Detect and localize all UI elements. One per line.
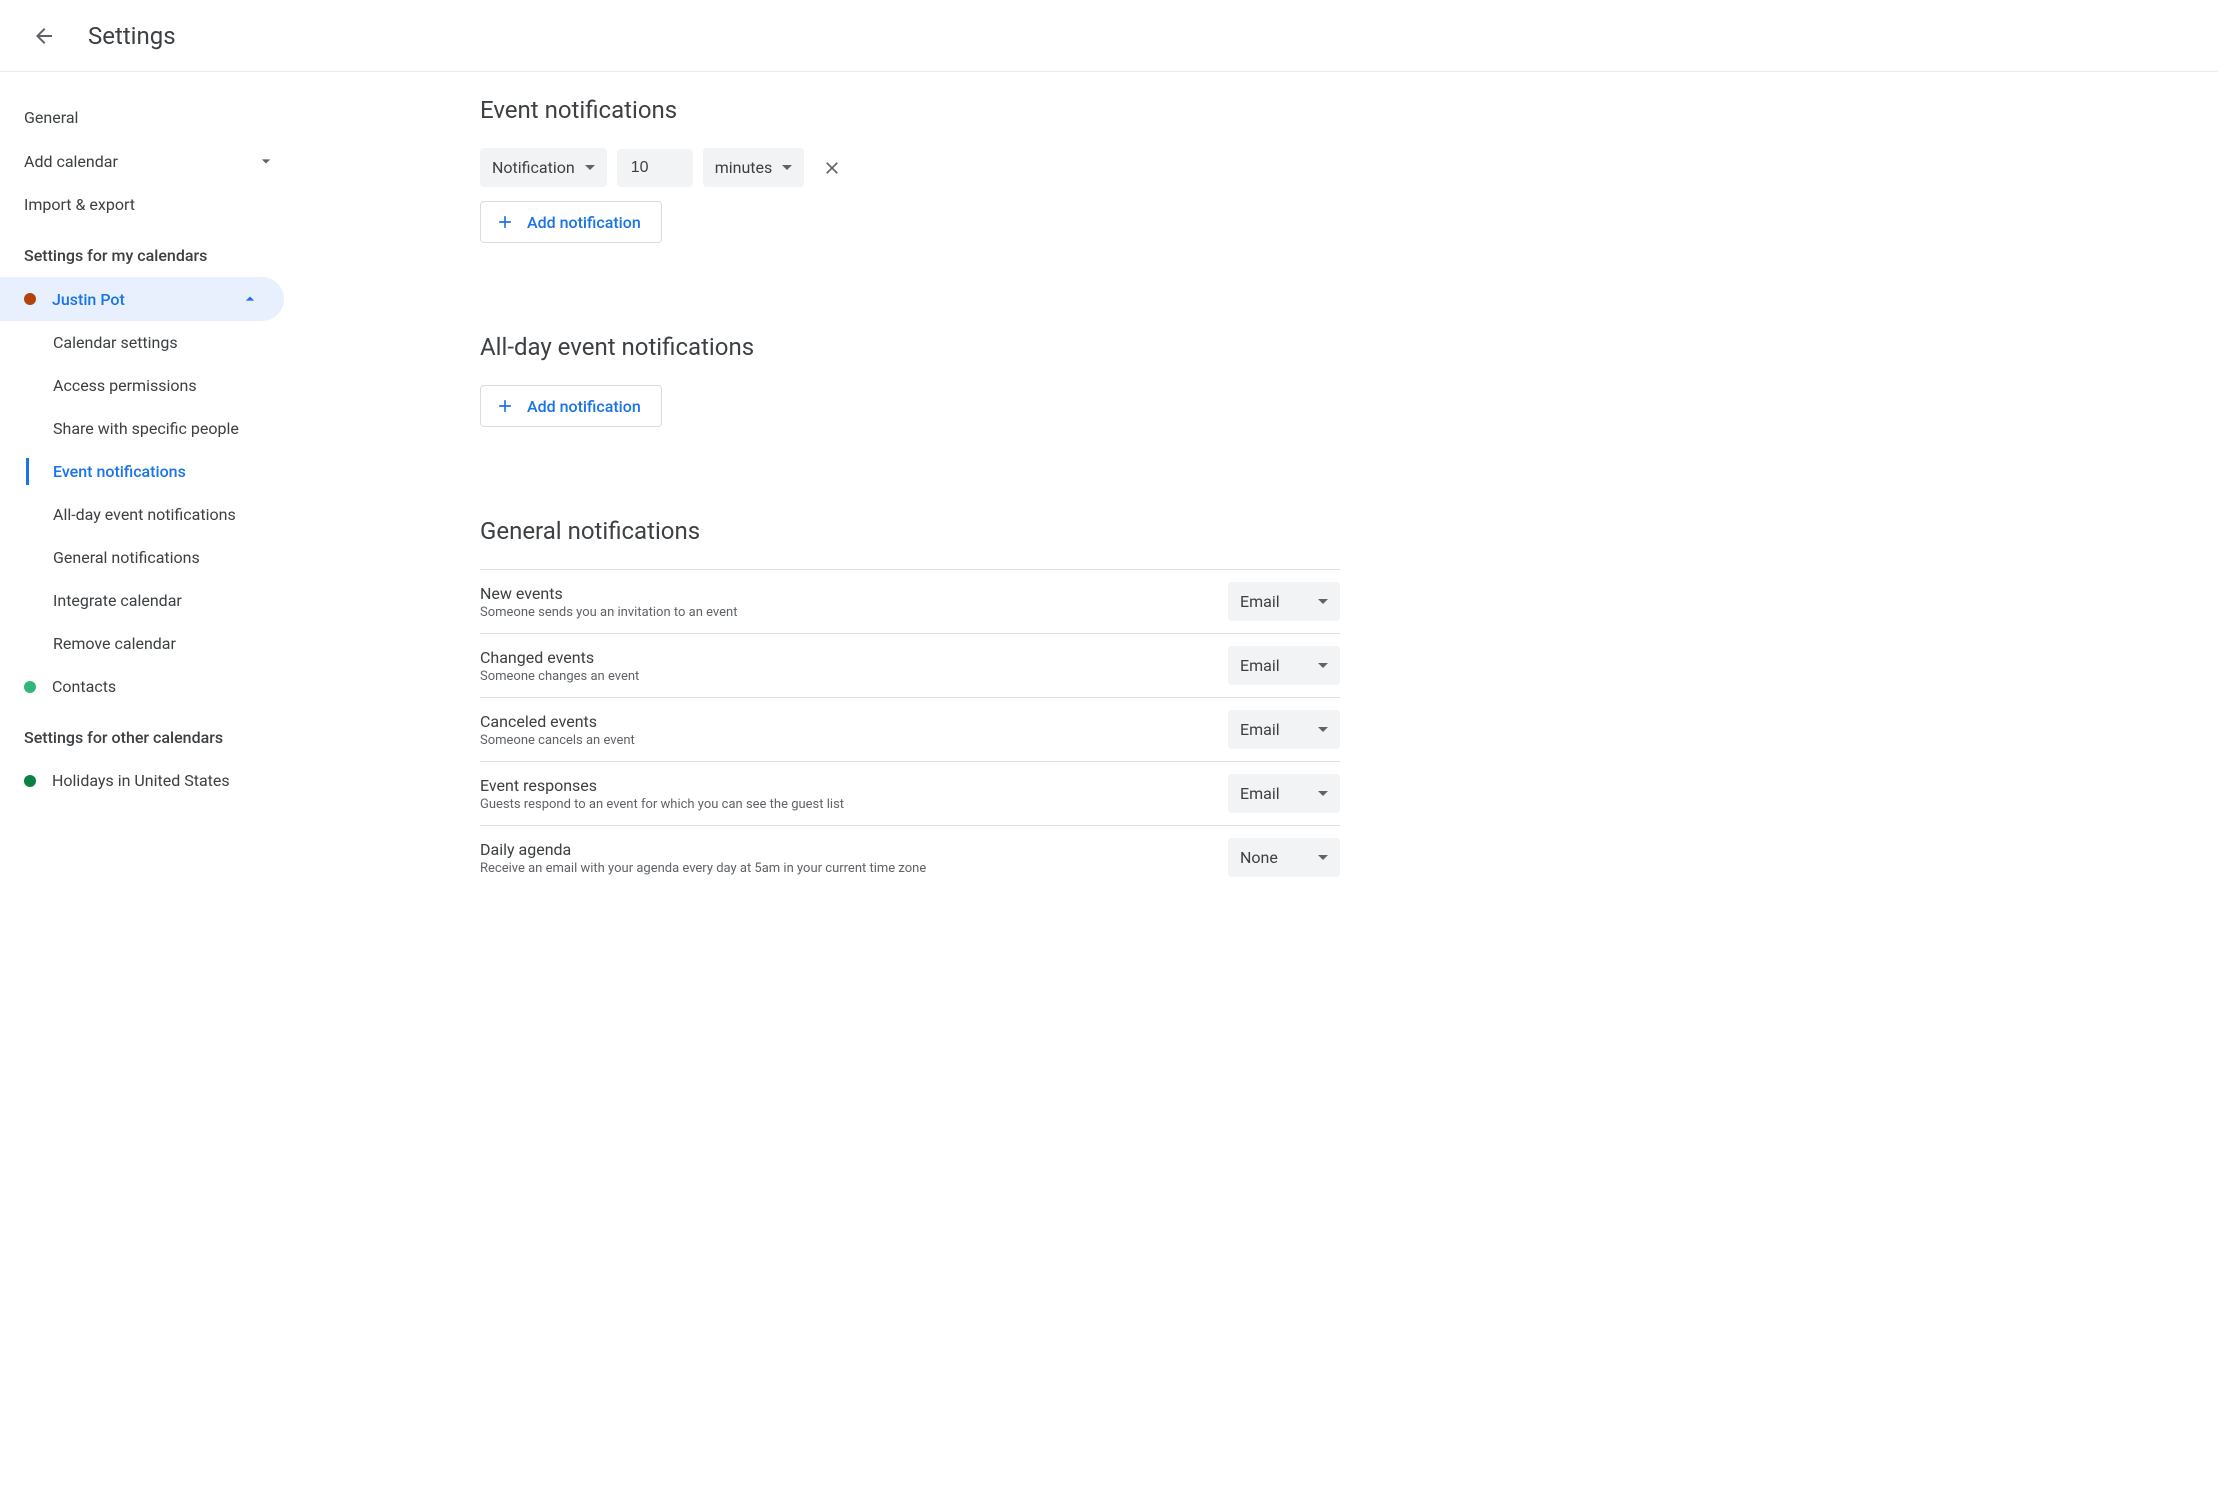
caret-down-icon [1318, 855, 1328, 860]
calendar-color-dot [24, 681, 36, 693]
sub-item-general-notifications[interactable]: General notifications [27, 536, 300, 579]
back-button[interactable] [24, 16, 64, 56]
gen-row-select[interactable]: Email [1228, 710, 1340, 749]
section-title: All-day event notifications [480, 333, 1340, 361]
sub-item-integrate-calendar[interactable]: Integrate calendar [27, 579, 300, 622]
arrow-back-icon [32, 24, 56, 48]
gen-row-select[interactable]: None [1228, 838, 1340, 877]
page-title: Settings [88, 22, 176, 50]
sub-item-calendar-settings[interactable]: Calendar settings [27, 321, 300, 364]
gen-row-canceled-events: Canceled events Someone cancels an event… [480, 698, 1340, 762]
select-value: Email [1240, 592, 1280, 611]
plus-icon [495, 396, 515, 416]
sub-item-access-permissions[interactable]: Access permissions [27, 364, 300, 407]
gen-row-new-events: New events Someone sends you an invitati… [480, 570, 1340, 634]
select-value: Email [1240, 784, 1280, 803]
calendar-item-holidays[interactable]: Holidays in United States [0, 759, 300, 802]
remove-notification-button[interactable] [814, 150, 850, 186]
select-value: Notification [492, 158, 575, 177]
section-event-notifications: Event notifications Notification minutes… [480, 96, 1340, 243]
gen-row-title: Daily agenda [480, 840, 926, 859]
calendar-label: Holidays in United States [52, 771, 230, 790]
calendar-item-justin-pot[interactable]: Justin Pot [0, 277, 284, 321]
caret-down-icon [782, 165, 792, 170]
caret-down-icon [1318, 791, 1328, 796]
sidebar-section-other-calendars: Settings for other calendars [0, 708, 300, 759]
caret-down-icon [1318, 663, 1328, 668]
plus-icon [495, 212, 515, 232]
gen-row-daily-agenda: Daily agenda Receive an email with your … [480, 826, 1340, 889]
header: Settings [0, 0, 2218, 72]
gen-row-changed-events: Changed events Someone changes an event … [480, 634, 1340, 698]
gen-row-desc: Guests respond to an event for which you… [480, 797, 844, 812]
add-label: Add notification [527, 213, 641, 232]
sidebar-label: General [24, 108, 78, 127]
notification-type-select[interactable]: Notification [480, 148, 607, 187]
calendar-sub-items: Calendar settings Access permissions Sha… [26, 321, 300, 665]
sub-item-share[interactable]: Share with specific people [27, 407, 300, 450]
calendar-label: Justin Pot [52, 290, 125, 309]
calendar-color-dot [24, 293, 36, 305]
gen-row-select[interactable]: Email [1228, 774, 1340, 813]
add-notification-button[interactable]: Add notification [480, 201, 662, 243]
section-title: Event notifications [480, 96, 1340, 124]
gen-row-title: Canceled events [480, 712, 635, 731]
sub-item-allday-notifications[interactable]: All-day event notifications [27, 493, 300, 536]
select-value: Email [1240, 720, 1280, 739]
gen-row-title: Changed events [480, 648, 639, 667]
main-content: Event notifications Notification minutes… [300, 72, 1380, 913]
sidebar-item-general[interactable]: General [0, 96, 300, 139]
calendar-label: Contacts [52, 677, 116, 696]
calendar-color-dot [24, 775, 36, 787]
gen-row-event-responses: Event responses Guests respond to an eve… [480, 762, 1340, 826]
section-allday-notifications: All-day event notifications Add notifica… [480, 333, 1340, 427]
gen-row-desc: Someone sends you an invitation to an ev… [480, 605, 737, 620]
gen-row-desc: Someone changes an event [480, 669, 639, 684]
add-label: Add notification [527, 397, 641, 416]
notification-value-input[interactable] [617, 149, 693, 187]
chevron-up-icon [240, 289, 260, 309]
sidebar-item-add-calendar[interactable]: Add calendar [0, 139, 300, 183]
gen-row-select[interactable]: Email [1228, 582, 1340, 621]
select-value: None [1240, 848, 1278, 867]
caret-down-icon [585, 165, 595, 170]
sidebar-label: Import & export [24, 195, 135, 214]
sidebar-section-my-calendars: Settings for my calendars [0, 226, 300, 277]
caret-down-icon [1318, 727, 1328, 732]
add-allday-notification-button[interactable]: Add notification [480, 385, 662, 427]
sidebar: General Add calendar Import & export Set… [0, 72, 300, 913]
select-value: Email [1240, 656, 1280, 675]
gen-row-select[interactable]: Email [1228, 646, 1340, 685]
chevron-down-icon [256, 151, 276, 171]
sidebar-item-import-export[interactable]: Import & export [0, 183, 300, 226]
section-title: General notifications [480, 517, 1340, 545]
calendar-item-contacts[interactable]: Contacts [0, 665, 300, 708]
select-value: minutes [715, 158, 773, 177]
sub-item-remove-calendar[interactable]: Remove calendar [27, 622, 300, 665]
caret-down-icon [1318, 599, 1328, 604]
gen-row-title: New events [480, 584, 737, 603]
close-icon [822, 158, 842, 178]
notification-row: Notification minutes [480, 148, 1340, 187]
notification-unit-select[interactable]: minutes [703, 148, 805, 187]
gen-row-title: Event responses [480, 776, 844, 795]
sub-item-event-notifications[interactable]: Event notifications [27, 450, 300, 493]
gen-row-desc: Receive an email with your agenda every … [480, 861, 926, 876]
sidebar-label: Add calendar [24, 152, 118, 171]
general-notifications-list: New events Someone sends you an invitati… [480, 569, 1340, 889]
section-general-notifications: General notifications New events Someone… [480, 517, 1340, 889]
gen-row-desc: Someone cancels an event [480, 733, 635, 748]
